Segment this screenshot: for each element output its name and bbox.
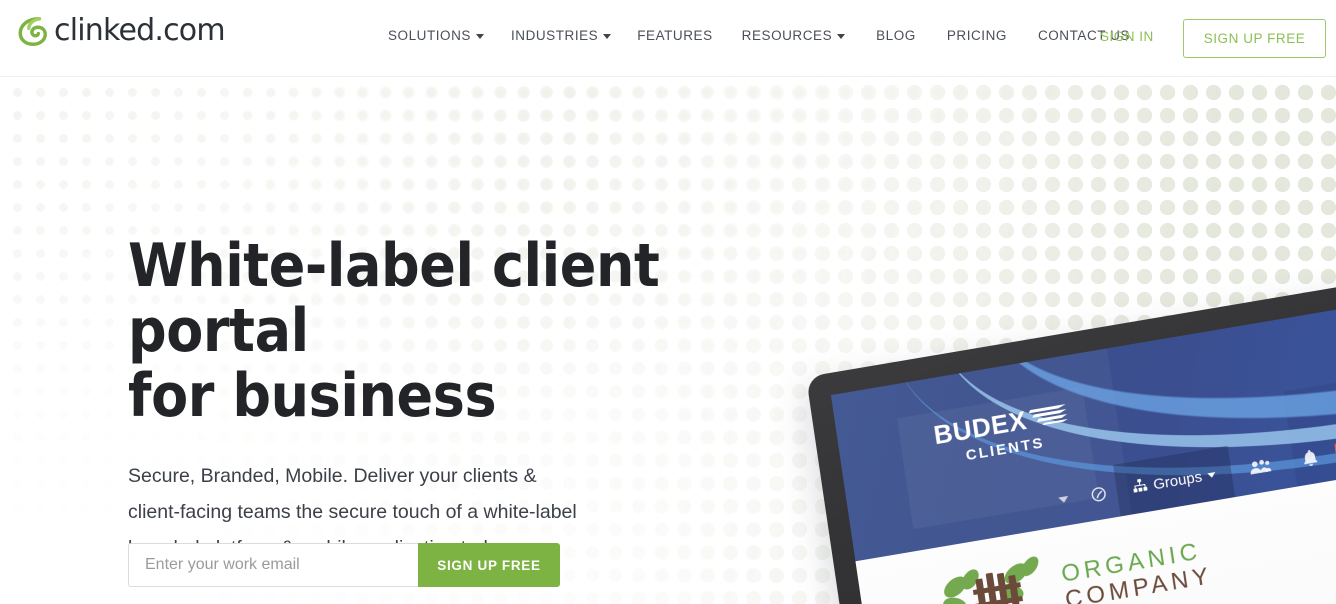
hero-copy: White-label client portal for business S…: [128, 234, 788, 566]
chevron-down-icon: [837, 34, 846, 39]
chevron-down-icon: [1207, 471, 1217, 478]
laptop-mockup: BUDEX CLIENTS Groups ORGANIC COMPANY: [806, 256, 1336, 604]
nav-item-resources[interactable]: RESOURCES: [741, 28, 846, 43]
nav-label-pricing: PRICING: [946, 28, 1007, 43]
clinked-leaf-logo-icon: [18, 17, 47, 47]
nav-label-blog: BLOG: [876, 28, 916, 43]
wing-swoosh-icon: [1028, 404, 1068, 426]
brand-logo-link[interactable]: clinked.com: [16, 13, 226, 48]
chevron-down-icon[interactable]: [1058, 495, 1070, 504]
dashboard-icon[interactable]: [1089, 484, 1108, 504]
nav-item-blog[interactable]: BLOG: [876, 28, 916, 43]
nav-label-solutions: SOLUTIONS: [388, 28, 471, 43]
bell-icon[interactable]: [1301, 448, 1319, 468]
hero-sign-up-free-button[interactable]: SIGN UP FREE: [418, 543, 560, 587]
nav-item-pricing[interactable]: PRICING: [947, 28, 1007, 43]
chevron-down-icon: [475, 34, 484, 39]
laptop-screen: BUDEX CLIENTS Groups ORGANIC COMPANY: [830, 278, 1336, 604]
nav-item-industries[interactable]: INDUSTRIES: [510, 28, 612, 43]
people-icon[interactable]: [1248, 457, 1272, 477]
nav-item-solutions[interactable]: SOLUTIONS: [388, 28, 484, 43]
sign-in-link[interactable]: SIGN IN: [1100, 29, 1154, 44]
chevron-down-icon: [603, 34, 612, 39]
nav-label-industries: INDUSTRIES: [510, 28, 599, 43]
nav-item-features[interactable]: FEATURES: [637, 28, 712, 43]
fence-leaves-icon: [943, 556, 1039, 604]
hero-title: White-label client portal for business: [128, 231, 660, 431]
hero-section: White-label client portal for business S…: [0, 77, 1336, 604]
landing-page: clinked.com SOLUTIONS INDUSTRIES FEATURE…: [0, 0, 1336, 604]
portal-groups-label: Groups: [1152, 467, 1204, 493]
primary-nav: SOLUTIONS INDUSTRIES FEATURES RESOURCES …: [388, 28, 1130, 43]
site-header: clinked.com SOLUTIONS INDUSTRIES FEATURE…: [0, 0, 1336, 77]
header-sign-up-free-button[interactable]: SIGN UP FREE: [1183, 19, 1326, 58]
nav-label-resources: RESOURCES: [741, 28, 833, 43]
work-email-input[interactable]: [128, 543, 418, 587]
sitemap-icon: [1131, 476, 1149, 497]
hero-signup-form: SIGN UP FREE: [128, 543, 560, 587]
nav-label-features: FEATURES: [637, 28, 713, 43]
brand-name: clinked.com: [54, 13, 226, 48]
